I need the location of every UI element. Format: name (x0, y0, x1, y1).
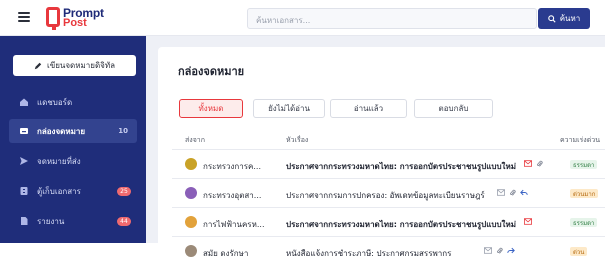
avatar (185, 187, 197, 199)
table-header: ส่งจาก หัวเรื่อง ความเร่งด่วน (172, 133, 605, 147)
row-sender: สมัย ดงรักษา (203, 249, 249, 258)
filter-unread[interactable]: ยังไม่ได้อ่าน (253, 99, 325, 118)
cabinet-icon (18, 186, 29, 197)
reply-icon (520, 189, 528, 196)
search-input[interactable]: ค้นหาเอกสาร... (247, 8, 537, 29)
send-icon (18, 156, 29, 167)
row-subject: หนังสือแจ้งการชำระภาษี: ประกาศกรมสรรพากร (286, 249, 452, 258)
report-icon (18, 216, 29, 227)
row-icons (497, 189, 528, 197)
forward-icon (507, 247, 515, 254)
cabinet-badge: 25 (117, 186, 131, 196)
sidebar-item-cabinet[interactable]: ตู้เก็บเอกสาร 25 (9, 179, 137, 203)
row-icons (484, 247, 515, 255)
sidebar-item-label: จดหมายที่ส่ง (37, 156, 81, 166)
search-button[interactable]: ค้นหา (538, 8, 590, 29)
row-subject: ประกาศจากกรมการปกครอง: อัพเดทข้อมูลทะเบี… (286, 191, 485, 200)
logo-text-post: Post (63, 17, 87, 29)
sidebar-item-dashboard[interactable]: แดชบอร์ด (9, 90, 137, 114)
priority-tag: ด่วนมาก (570, 189, 599, 198)
sidebar: เขียนจดหมายดิจิทัล แดชบอร์ด กล่องจดหมาย … (0, 36, 146, 243)
table-row[interactable]: สมัย ดงรักษา หนังสือแจ้งการชำระภาษี: ประ… (172, 238, 605, 265)
compose-button[interactable]: เขียนจดหมายดิจิทัล (13, 55, 136, 76)
logo[interactable]: Prompt Post (46, 6, 116, 30)
filter-replied[interactable]: ตอบกลับ (414, 99, 493, 118)
top-bar: Prompt Post ค้นหาเอกสาร... ค้นหา (0, 0, 605, 36)
priority-tag: ธรรมดา (570, 160, 598, 169)
divider (172, 207, 605, 208)
column-from: ส่งจาก (185, 136, 205, 144)
inbox-card: กล่องจดหมาย ทั้งหมด ยังไม่ได้อ่าน อ่านแล… (158, 47, 605, 258)
inbox-count: 10 (118, 127, 128, 135)
mail-open-icon (484, 247, 492, 254)
attachment-icon (497, 247, 503, 254)
search-icon (547, 14, 556, 23)
mail-open-icon (497, 189, 505, 196)
logo-mark-icon (46, 7, 60, 30)
priority-tag: ธรรมดา (570, 218, 598, 227)
attachment-icon (510, 189, 516, 196)
table-row[interactable]: กระทรวงอุตสา... ประกาศจากกรมการปกครอง: อ… (172, 180, 605, 207)
row-icons (524, 160, 543, 168)
avatar (185, 245, 197, 257)
page-title: กล่องจดหมาย (178, 65, 245, 78)
main-area: กล่องจดหมาย ทั้งหมด ยังไม่ได้อ่าน อ่านแล… (146, 36, 605, 258)
divider (172, 236, 605, 237)
row-sender: กระทรวงการค... (203, 162, 262, 171)
row-subject: ประกาศจากกระทรวงมหาดไทย: การออกบัตรประชา… (286, 162, 517, 171)
pencil-icon (34, 62, 42, 69)
sidebar-item-report[interactable]: รายงาน 44 (9, 209, 137, 233)
report-badge: 44 (117, 216, 131, 226)
filter-read[interactable]: อ่านแล้ว (330, 99, 407, 118)
sidebar-item-sent[interactable]: จดหมายที่ส่ง (9, 149, 137, 173)
row-icons (524, 218, 532, 225)
inbox-icon (18, 126, 29, 137)
mail-icon (524, 160, 532, 167)
sidebar-item-label: แดชบอร์ด (37, 97, 73, 107)
priority-tag: ด่วน (570, 247, 588, 256)
filter-all[interactable]: ทั้งหมด (179, 99, 243, 118)
avatar (185, 158, 197, 170)
row-sender: การไฟฟ้านครห... (203, 220, 265, 229)
attachment-icon (537, 160, 543, 167)
mail-icon (524, 218, 532, 225)
dashboard-icon (18, 97, 29, 108)
divider (172, 149, 605, 150)
avatar (185, 216, 197, 228)
sidebar-item-label: รายงาน (37, 216, 65, 226)
divider (172, 178, 605, 179)
sidebar-item-inbox[interactable]: กล่องจดหมาย 10 (9, 119, 137, 143)
column-subject: หัวเรื่อง (286, 136, 309, 144)
compose-label: เขียนจดหมายดิจิทัล (46, 61, 116, 70)
table-row[interactable]: การไฟฟ้านครห... ประกาศจากกระทรวงมหาดไทย:… (172, 209, 605, 236)
row-sender: กระทรวงอุตสา... (203, 191, 262, 200)
sidebar-item-label: กล่องจดหมาย (37, 126, 86, 136)
sidebar-item-label: ตู้เก็บเอกสาร (37, 186, 81, 196)
menu-icon[interactable] (18, 12, 30, 22)
column-priority: ความเร่งด่วน (560, 136, 600, 144)
search-button-label: ค้นหา (559, 14, 581, 23)
table-row[interactable]: กระทรวงการค... ประกาศจากกระทรวงมหาดไทย: … (172, 151, 605, 178)
row-subject: ประกาศจากกระทรวงมหาดไทย: การออกบัตรประชา… (286, 220, 517, 229)
